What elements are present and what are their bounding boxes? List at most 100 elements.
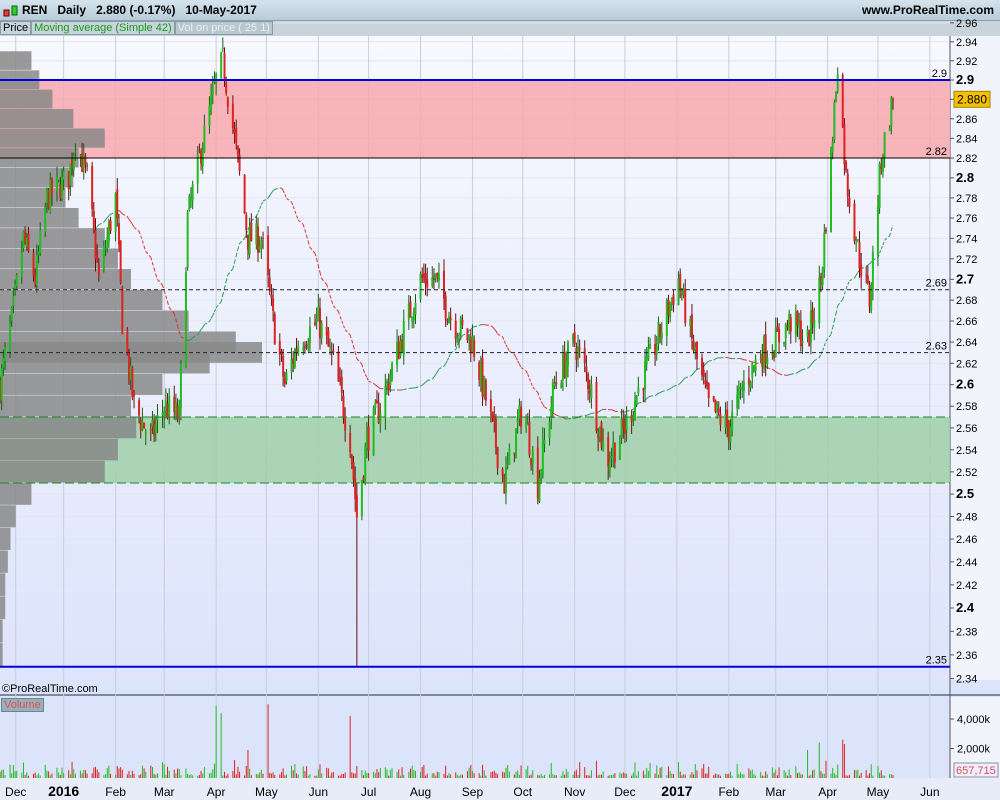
x-tick-label: Apr (818, 785, 837, 799)
y-tick-label: 2.76 (956, 213, 977, 225)
candle-up (320, 323, 323, 338)
candle-up (754, 359, 757, 371)
volume-label: Volume (1, 698, 44, 712)
candle-down (672, 294, 675, 305)
volume-profile-bar (0, 51, 32, 70)
candle-down (528, 422, 531, 456)
candle-up (855, 243, 858, 245)
candle-down (262, 237, 265, 239)
x-tick-label: 2017 (661, 783, 692, 799)
moving-average-segment (401, 388, 404, 391)
x-tick-label: 2016 (48, 783, 79, 799)
candle-up (543, 439, 546, 445)
candle-up (548, 421, 551, 439)
candle-down (865, 274, 868, 276)
volume-profile-bar (0, 417, 137, 439)
candle-down (27, 233, 30, 251)
volume-profile-bar (0, 109, 74, 129)
candle-down (349, 432, 352, 453)
y-tick-label: 2.9 (956, 72, 974, 87)
y-tick-label: 2.7 (956, 271, 974, 286)
candle-down (473, 339, 476, 358)
candle-down (858, 242, 861, 269)
y-tick-label: 2.38 (956, 626, 977, 638)
candle-down (267, 235, 270, 276)
candle-down (84, 155, 87, 165)
candle-down (846, 173, 849, 197)
tab-moving-average[interactable]: Moving average (Simple 42) (31, 21, 175, 35)
candle-down (50, 179, 53, 195)
candle-down (824, 229, 827, 232)
candle-down (501, 469, 504, 476)
moving-average-segment (586, 414, 589, 416)
moving-average-segment (564, 417, 567, 420)
candle-down (250, 222, 253, 242)
price-chart[interactable]: 2.962.942.922.92.882.862.842.822.82.782.… (0, 0, 1000, 800)
candle-up (220, 52, 223, 78)
candle-up (163, 410, 166, 417)
y-tick-label: 2.54 (956, 445, 977, 457)
volume-profile-bar (0, 550, 8, 573)
x-tick-label: Aug (410, 785, 431, 799)
moving-average-segment (742, 358, 745, 361)
candle-down (789, 317, 792, 332)
candle-down (149, 428, 152, 430)
candle-up (551, 382, 554, 412)
candle-down (489, 399, 492, 412)
candle-up (731, 411, 734, 432)
candle-up (590, 384, 593, 399)
candle-up (456, 337, 459, 343)
candle-up (560, 382, 563, 389)
volume-tick-label: 2,000k (957, 744, 991, 756)
x-tick-label: Mar (765, 785, 786, 799)
candle-up (302, 347, 305, 351)
candle-up (749, 382, 752, 388)
candle-up (538, 478, 541, 502)
candle-up (458, 335, 461, 337)
candle-up (541, 439, 544, 476)
volume-profile-bar (0, 128, 105, 148)
candle-down (778, 329, 781, 343)
candle-down (587, 373, 590, 390)
y-tick-label: 2.72 (956, 254, 977, 266)
candle-down (409, 301, 412, 318)
x-tick-label: Jun (920, 785, 939, 799)
candle-up (384, 385, 387, 417)
x-tick-label: Feb (718, 785, 739, 799)
candle-up (203, 125, 206, 153)
y-tick-label: 2.5 (956, 486, 974, 501)
candle-down (313, 322, 316, 325)
tab-vol-on-price[interactable]: Vol on price ( 25 1) (174, 21, 273, 35)
candle-down (236, 145, 239, 155)
candle-down (231, 103, 234, 129)
moving-average-segment (584, 414, 587, 417)
level-label: 2.63 (926, 341, 947, 353)
candle-up (260, 239, 263, 249)
candle-down (272, 298, 275, 312)
candle-down (853, 203, 856, 241)
candle-up (437, 274, 440, 281)
y-tick-label: 2.48 (956, 512, 977, 524)
candle-down (454, 320, 457, 339)
volume-tick-label: 4,000k (957, 714, 991, 726)
candle-down (243, 174, 246, 214)
candle-down (426, 278, 429, 288)
candle-up (468, 334, 471, 339)
y-tick-label: 2.44 (956, 557, 977, 569)
x-tick-label: Nov (564, 785, 585, 799)
candle-down (690, 314, 693, 339)
candle-up (516, 420, 519, 424)
candle-down (702, 369, 705, 377)
candle-down (91, 165, 94, 210)
candle-up (660, 332, 663, 339)
candle-up (883, 132, 886, 159)
candle-down (860, 264, 863, 277)
candle-down (494, 418, 497, 448)
candle-down (684, 288, 687, 324)
tab-price[interactable]: Price (0, 21, 32, 35)
y-tick-label: 2.84 (956, 133, 977, 145)
candle-up (402, 321, 405, 356)
volume-profile-bar (0, 207, 79, 228)
candle-down (94, 230, 97, 260)
candle-down (96, 255, 99, 261)
